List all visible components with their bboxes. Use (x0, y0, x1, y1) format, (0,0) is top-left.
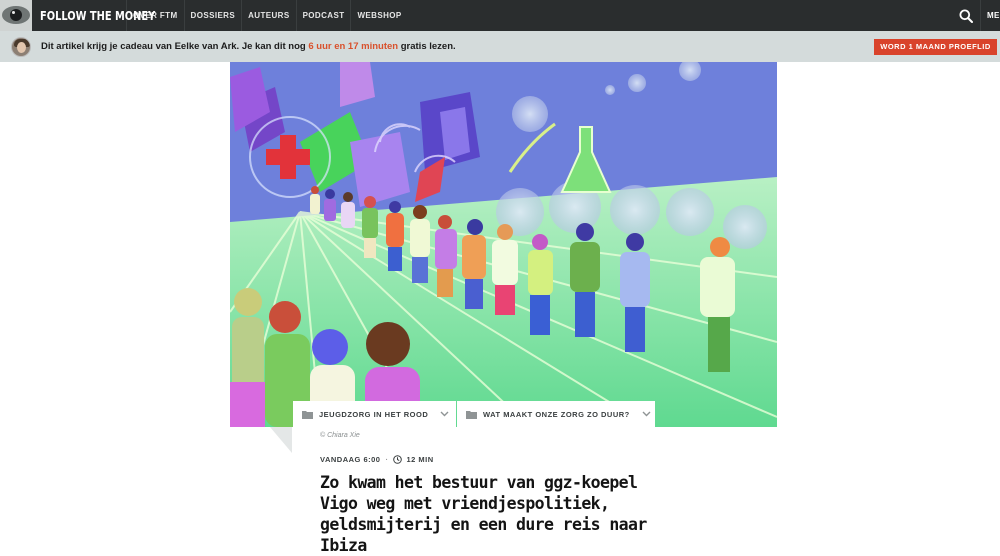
dossier-tag-jeugdzorg[interactable]: JEUGDZORG IN HET ROOD (293, 401, 456, 427)
hero-image (230, 62, 777, 427)
folder-icon (466, 410, 477, 419)
nav-item-dossiers[interactable]: DOSSIERS (183, 0, 242, 31)
top-navigation: FOLLOW THE MONEY OVER FTM DOSSIERS AUTEU… (0, 0, 1000, 31)
dossier-tag-label: JEUGDZORG IN HET ROOD (319, 409, 429, 419)
article-headline: Zo kwam het bestuur van ggz-koepel Vigo … (320, 473, 647, 555)
folder-icon (302, 410, 313, 419)
gift-banner: Dit artikel krijg je cadeau van Eelke va… (0, 31, 1000, 62)
trial-membership-button[interactable]: WORD 1 MAAND PROEFLID (874, 38, 997, 55)
gift-time-left: 6 uur en 17 minuten (308, 41, 399, 52)
meta-separator: · (385, 455, 389, 464)
gift-text-after: gratis lezen. (398, 41, 456, 52)
menu-button[interactable]: MENU (980, 0, 1000, 31)
article-meta: VANDAAG 6:00 · 12 MIN (320, 455, 434, 464)
chevron-down-icon (642, 411, 651, 417)
nav-item-auteurs[interactable]: AUTEURS (241, 0, 295, 31)
clock-icon (393, 455, 403, 464)
image-credit: © Chiara Xie (320, 432, 360, 439)
avatar (11, 36, 31, 57)
search-icon (959, 9, 973, 23)
hero-illustration (230, 62, 777, 427)
publish-date: VANDAAG 6:00 (320, 455, 381, 464)
gift-message: Dit artikel krijg je cadeau van Eelke va… (41, 41, 456, 52)
nav-right: MENU (952, 0, 1000, 31)
dossier-tag-zorg-duur[interactable]: WAT MAAKT ONZE ZORG ZO DUUR? (457, 401, 655, 427)
logo-eye-icon[interactable] (0, 0, 32, 31)
chevron-down-icon (440, 411, 449, 417)
dossier-tag-label: WAT MAAKT ONZE ZORG ZO DUUR? (483, 409, 630, 419)
gift-text-before: Dit artikel krijg je cadeau van Eelke va… (41, 41, 309, 52)
site-logo[interactable]: FOLLOW THE MONEY (40, 9, 155, 23)
decorative-shadow (270, 427, 292, 453)
reading-time: 12 MIN (406, 455, 434, 464)
nav-menu: OVER FTM DOSSIERS AUTEURS PODCAST WEBSHO… (126, 0, 408, 31)
search-button[interactable] (952, 0, 980, 31)
nav-item-webshop[interactable]: WEBSHOP (350, 0, 407, 31)
nav-item-podcast[interactable]: PODCAST (295, 0, 351, 31)
